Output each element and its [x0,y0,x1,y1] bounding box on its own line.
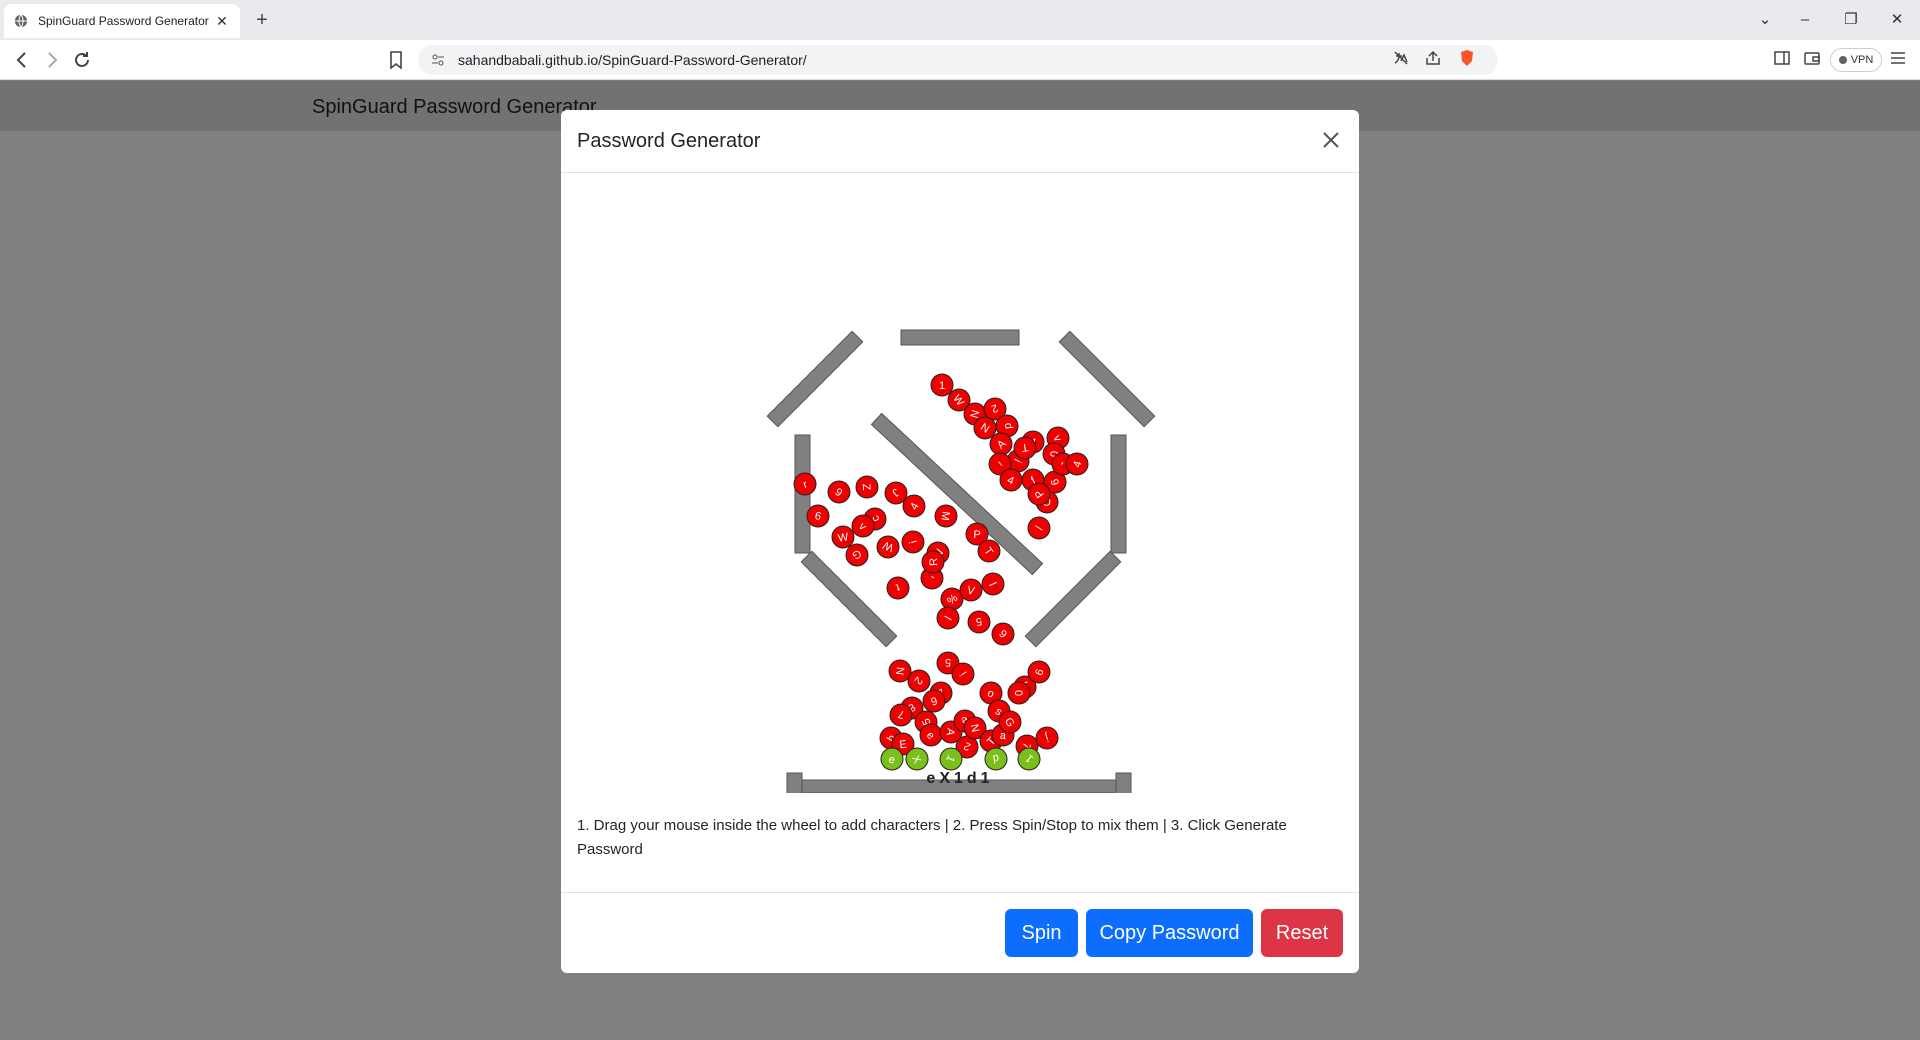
spin-button[interactable]: Spin [1005,909,1078,957]
restore-button[interactable]: ❐ [1836,8,1866,32]
page-brand: SpinGuard Password Generator [312,96,597,118]
bookmark-icon[interactable] [384,48,408,72]
red-ball-char: p [1002,422,1014,429]
site-info-icon[interactable] [430,52,446,71]
new-tab-button[interactable]: + [250,8,274,32]
generated-password: eX1d1 [926,770,994,787]
back-icon[interactable] [10,48,34,72]
copy-password-button[interactable]: Copy Password [1086,909,1253,957]
close-icon[interactable] [1319,128,1343,152]
instructions-text: 1. Drag your mouse inside the wheel to a… [577,817,1287,858]
menu-icon[interactable] [1886,48,1910,72]
wall-right [1110,434,1127,554]
vpn-label: VPN [1850,54,1874,66]
wall-top-left [766,330,864,428]
forward-icon[interactable] [40,48,64,72]
tab-title: SpinGuard Password Generator [38,14,209,28]
red-ball-char: 1 [939,380,945,392]
red-ball-char: E [899,739,908,752]
red-ball-char: M [938,511,951,522]
wall-bottom-left [800,550,898,648]
minimize-button[interactable]: – [1790,8,1820,32]
vpn-button[interactable]: VPN [1830,48,1882,72]
wall-top-right [1058,330,1156,428]
red-ball-char: 0 [1012,690,1024,697]
modal-footer: Spin Copy Password Reset [561,892,1359,973]
browser-tab[interactable]: SpinGuard Password Generator ✕ [4,4,240,38]
reload-icon[interactable] [70,48,94,72]
tab-close-icon[interactable]: ✕ [214,13,230,30]
sidebar-icon[interactable] [1770,48,1794,72]
red-ball-char: P [973,529,981,541]
modal-title: Password Generator [577,130,761,152]
password-generator-modal: Password Generator 1WN2NpA4viT~0f49-CP4r… [561,110,1359,973]
red-ball-char: R [928,558,940,567]
vpn-status-icon [1838,56,1847,64]
modal-header: Password Generator [561,110,1359,173]
browser-tabstrip: SpinGuard Password Generator ✕ + ⌄ – ❐ ✕ [0,0,1920,40]
wheel-canvas[interactable]: 1WN2NpA4viT~0f49-CP4r9ZJ9c4WvMGWiNPT/t-R… [561,173,1359,804]
browser-toolbar: sahandbabali.github.io/SpinGuard-Passwor… [0,40,1920,80]
share-icon[interactable] [1422,49,1444,71]
wallet-icon[interactable] [1800,48,1824,72]
translate-off-icon[interactable] [1390,49,1412,71]
red-ball-char: N [894,666,907,676]
reset-button[interactable]: Reset [1261,909,1343,957]
tab-search-icon[interactable]: ⌄ [1750,8,1780,32]
brave-shields-icon[interactable] [1456,49,1478,71]
red-ball-char: Z [860,483,872,491]
window-close-button[interactable]: ✕ [1882,8,1912,32]
wall-top [900,329,1020,346]
balls-layer: 1WN2NpA4viT~0f49-CP4r9ZJ9c4WvMGWiNPT/t-R… [793,373,1089,771]
url-text[interactable]: sahandbabali.github.io/SpinGuard-Passwor… [458,52,807,68]
red-ball-char: 5 [945,656,952,668]
wheel-svg[interactable]: 1WN2NpA4viT~0f49-CP4r9ZJ9c4WvMGWiNPT/t-R… [561,173,1359,804]
address-bar[interactable]: sahandbabali.github.io/SpinGuard-Passwor… [418,45,1498,75]
globe-icon [14,14,28,28]
